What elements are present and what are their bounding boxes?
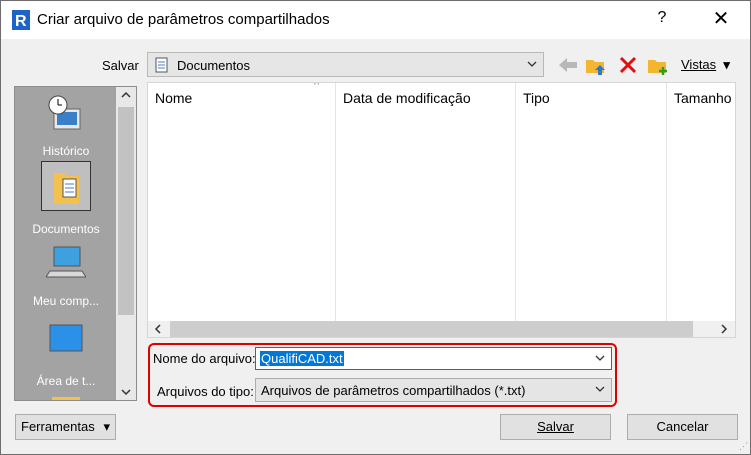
place-documents[interactable]: Documentos (15, 167, 117, 236)
scroll-thumb[interactable] (170, 321, 693, 337)
chevron-down-icon[interactable] (594, 352, 606, 364)
chevron-down-icon (527, 61, 537, 67)
file-name-input[interactable]: QualifiCAD.txt (255, 347, 612, 370)
file-type-select[interactable]: Arquivos de parâmetros compartilhados (*… (255, 378, 612, 402)
location-dropdown[interactable]: Documentos (147, 52, 544, 77)
document-icon (155, 57, 168, 73)
delete-icon[interactable] (618, 55, 638, 75)
sort-ascending-icon: ^ (314, 82, 320, 91)
place-label: Meu comp... (32, 294, 100, 308)
resize-grip-icon[interactable]: ⋰ (739, 441, 748, 452)
folder-icon (52, 397, 80, 400)
file-list-hscrollbar[interactable] (148, 321, 735, 337)
computer-icon (45, 246, 87, 278)
file-name-label: Nome do arquivo: (153, 351, 256, 366)
chevron-down-icon: ▾ (723, 57, 730, 72)
tools-label: Ferramentas (21, 419, 95, 434)
title-bar: R Criar arquivo de parâmetros compartilh… (1, 1, 750, 39)
new-folder-icon[interactable] (646, 55, 670, 77)
scroll-thumb[interactable] (118, 107, 134, 315)
places-bar: Histórico Documentos Meu comp... Área de… (14, 86, 137, 401)
desktop-icon (49, 324, 83, 352)
caret-down-icon: ▾ (103, 419, 110, 434)
save-in-label: Salvar (102, 58, 139, 73)
chevron-right-icon[interactable] (719, 321, 729, 337)
chevron-left-icon[interactable] (153, 321, 163, 337)
save-label: Salvar (537, 419, 574, 434)
place-label: Área de t... (36, 374, 96, 388)
chevron-down-icon[interactable] (120, 386, 132, 398)
place-desktop[interactable]: Área de t... (15, 321, 117, 388)
column-header-name[interactable]: Nome ^ (148, 83, 336, 323)
column-header-size[interactable]: Tamanho (667, 83, 735, 323)
documents-folder-icon (54, 173, 79, 204)
chevron-down-icon (595, 386, 605, 392)
file-type-label: Arquivos do tipo: (157, 384, 254, 399)
revit-app-icon: R (12, 10, 30, 30)
location-value: Documentos (177, 58, 250, 73)
close-button[interactable]: ✕ (708, 6, 734, 31)
back-arrow-icon[interactable] (557, 55, 579, 75)
chevron-up-icon[interactable] (120, 89, 132, 101)
place-label: Documentos (32, 222, 100, 236)
place-label: Histórico (42, 144, 90, 158)
places-scrollbar[interactable] (116, 87, 136, 400)
views-menu-button[interactable]: Vistas ▾ (681, 57, 730, 73)
file-type-value: Arquivos de parâmetros compartilhados (*… (261, 383, 526, 398)
tools-button[interactable]: Ferramentas ▾ (15, 414, 116, 440)
column-header-type[interactable]: Tipo (516, 83, 667, 323)
help-button[interactable]: ? (652, 9, 672, 27)
file-name-value: QualifiCAD.txt (260, 351, 344, 366)
cancel-button[interactable]: Cancelar (627, 414, 738, 440)
file-list[interactable]: Nome ^ Data de modificação Tipo Tamanho (147, 82, 736, 338)
cancel-label: Cancelar (656, 419, 709, 434)
up-folder-icon[interactable] (584, 55, 608, 77)
place-history[interactable]: Histórico (15, 93, 117, 158)
svg-text:R: R (15, 13, 27, 30)
dialog-title: Criar arquivo de parâmetros compartilhad… (37, 11, 330, 28)
column-header-date[interactable]: Data de modificação (336, 83, 516, 323)
save-button[interactable]: Salvar (500, 414, 611, 440)
place-computer[interactable]: Meu comp... (15, 243, 117, 308)
save-dialog: R Criar arquivo de parâmetros compartilh… (0, 0, 751, 455)
views-label: Vistas (681, 57, 717, 72)
history-icon (48, 95, 81, 130)
